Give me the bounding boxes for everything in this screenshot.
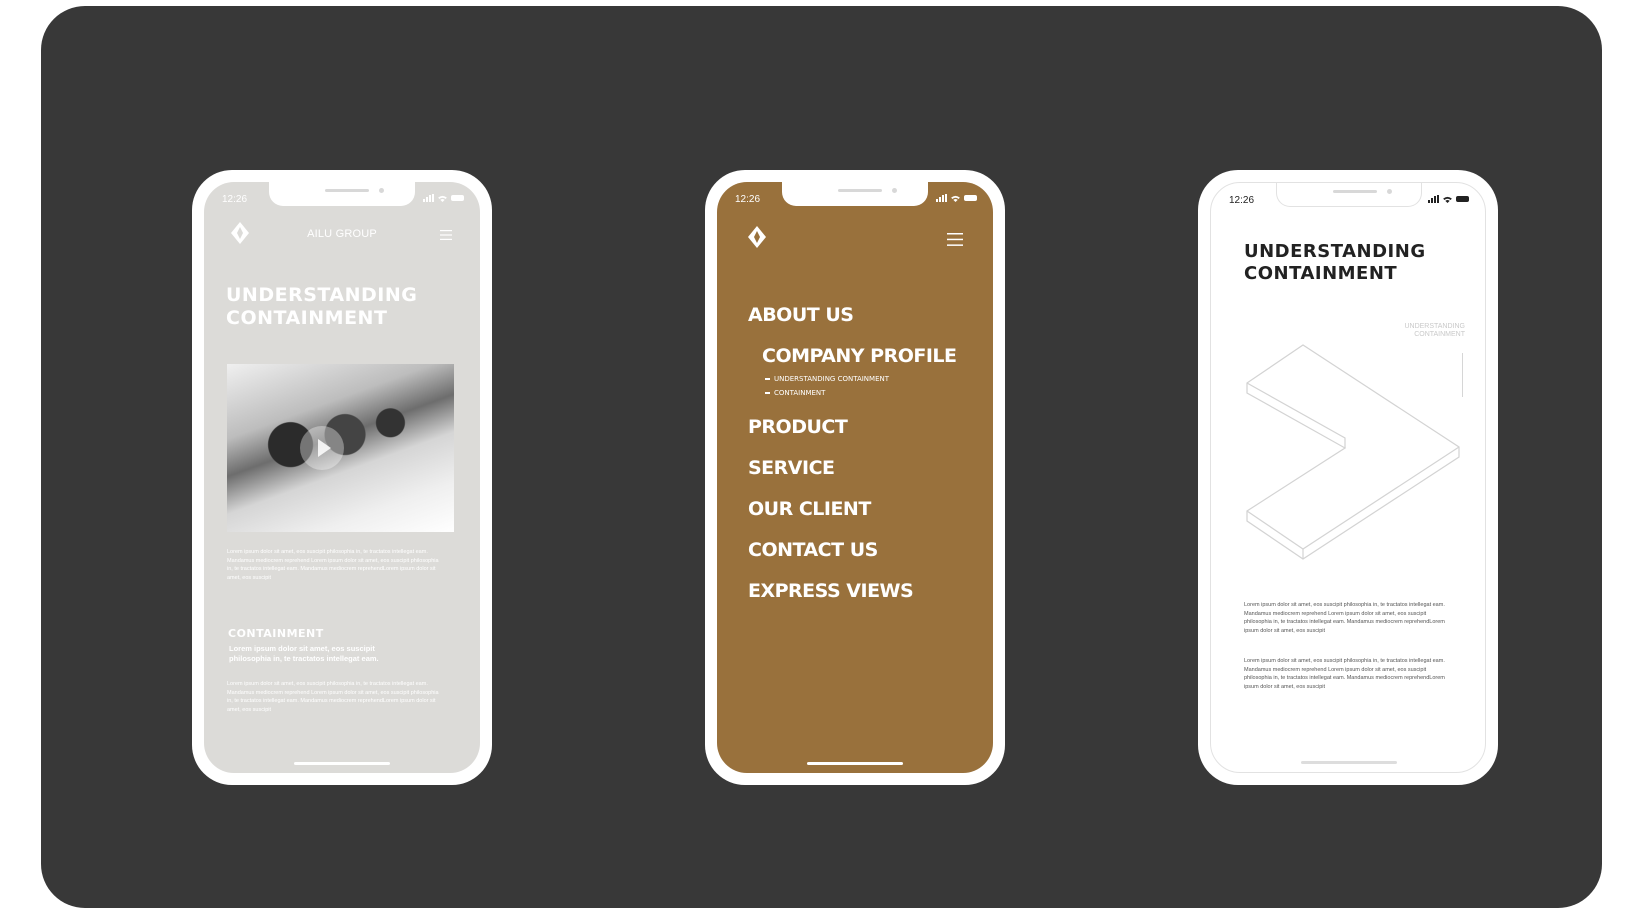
screen-menu: 12:26 ABOUT US COMPANY PROFILE UNDERSTAN…	[717, 182, 993, 773]
subnav-label: CONTAINMENT	[774, 389, 826, 397]
nav-item-company-profile[interactable]: COMPANY PROFILE	[748, 345, 988, 369]
status-time: 12:26	[735, 194, 761, 205]
nav-item-our-client[interactable]: OUR CLIENT	[748, 498, 988, 539]
subnav-item-understanding-containment[interactable]: UNDERSTANDING CONTAINMENT	[748, 373, 988, 387]
camera-dot	[379, 188, 384, 193]
status-icons	[423, 194, 464, 202]
screen-article: 12:26 UNDERSTANDING CONTAINMENT UNDERSTA…	[1210, 182, 1486, 773]
speaker-grille	[838, 189, 882, 192]
camera-dot	[1387, 189, 1392, 194]
body-paragraph: Lorem ipsum dolor sit amet, eos suscipit…	[1244, 658, 1445, 690]
play-icon[interactable]	[300, 426, 344, 470]
hamburger-menu-icon[interactable]	[440, 230, 452, 240]
side-label-line-2: CONTAINMENT	[1414, 331, 1465, 338]
main-navigation: ABOUT US COMPANY PROFILE UNDERSTANDING C…	[748, 304, 988, 621]
hamburger-menu-icon[interactable]	[947, 233, 963, 246]
subnav-item-containment[interactable]: CONTAINMENT	[748, 387, 988, 401]
page-title: UNDERSTANDING CONTAINMENT	[1244, 241, 1444, 284]
wifi-icon	[1443, 196, 1452, 203]
home-indicator[interactable]	[1301, 761, 1397, 764]
signal-icon	[1428, 195, 1439, 203]
nav-item-contact-us[interactable]: CONTACT US	[748, 539, 988, 580]
camera-dot	[892, 188, 897, 193]
phone-mockup-menu: 12:26 ABOUT US COMPANY PROFILE UNDERSTAN…	[705, 170, 1005, 785]
signal-icon	[423, 194, 434, 202]
nav-item-service[interactable]: SERVICE	[748, 457, 988, 498]
signal-icon	[936, 194, 947, 202]
dash-icon	[765, 392, 770, 394]
title-line-1: UNDERSTANDING	[226, 284, 418, 306]
video-thumbnail[interactable]	[227, 364, 454, 532]
battery-icon	[1456, 196, 1469, 202]
status-time: 12:26	[1229, 195, 1255, 206]
home-indicator[interactable]	[807, 762, 903, 765]
screen-home: 12:26 AILU GROUP UNDERSTANDING CONTAINME…	[204, 182, 480, 773]
page-title: UNDERSTANDING CONTAINMENT	[226, 284, 426, 330]
status-time: 12:26	[222, 194, 248, 205]
dash-icon	[765, 378, 770, 380]
phone-mockup-article: 12:26 UNDERSTANDING CONTAINMENT UNDERSTA…	[1198, 170, 1498, 785]
section-lead: Lorem ipsum dolor sit amet, eos suscipit…	[229, 644, 379, 663]
brand-name: AILU GROUP	[307, 228, 377, 240]
wifi-icon	[951, 195, 960, 202]
speaker-grille	[325, 189, 369, 192]
isometric-chevron-illustration	[1246, 344, 1460, 560]
phone-notch	[269, 182, 415, 206]
status-icons	[936, 194, 977, 202]
nav-item-express-views[interactable]: EXPRESS VIEWS	[748, 580, 988, 621]
wifi-icon	[438, 195, 447, 202]
status-icons	[1428, 195, 1469, 203]
phone-mockup-home: 12:26 AILU GROUP UNDERSTANDING CONTAINME…	[192, 170, 492, 785]
phone-notch	[1276, 183, 1422, 207]
section-title: CONTAINMENT	[228, 627, 324, 640]
side-label: UNDERSTANDING CONTAINMENT	[1404, 323, 1465, 339]
side-label-line-1: UNDERSTANDING	[1404, 323, 1465, 330]
speaker-grille	[1333, 190, 1377, 193]
title-line-2: CONTAINMENT	[1244, 262, 1398, 284]
body-paragraph: Lorem ipsum dolor sit amet, eos suscipit…	[227, 549, 439, 581]
title-line-1: UNDERSTANDING	[1244, 241, 1426, 262]
phone-notch	[782, 182, 928, 206]
logo-icon[interactable]	[747, 226, 767, 248]
nav-item-about-us[interactable]: ABOUT US	[748, 304, 988, 345]
nav-item-product[interactable]: PRODUCT	[748, 416, 988, 457]
body-paragraph: Lorem ipsum dolor sit amet, eos suscipit…	[227, 681, 439, 713]
battery-icon	[964, 195, 977, 201]
company-profile-submenu: UNDERSTANDING CONTAINMENT CONTAINMENT	[748, 373, 988, 401]
title-line-2: CONTAINMENT	[226, 306, 388, 329]
home-indicator[interactable]	[294, 762, 390, 765]
body-paragraph: Lorem ipsum dolor sit amet, eos suscipit…	[1244, 602, 1445, 634]
battery-icon	[451, 195, 464, 201]
subnav-label: UNDERSTANDING CONTAINMENT	[774, 375, 890, 383]
